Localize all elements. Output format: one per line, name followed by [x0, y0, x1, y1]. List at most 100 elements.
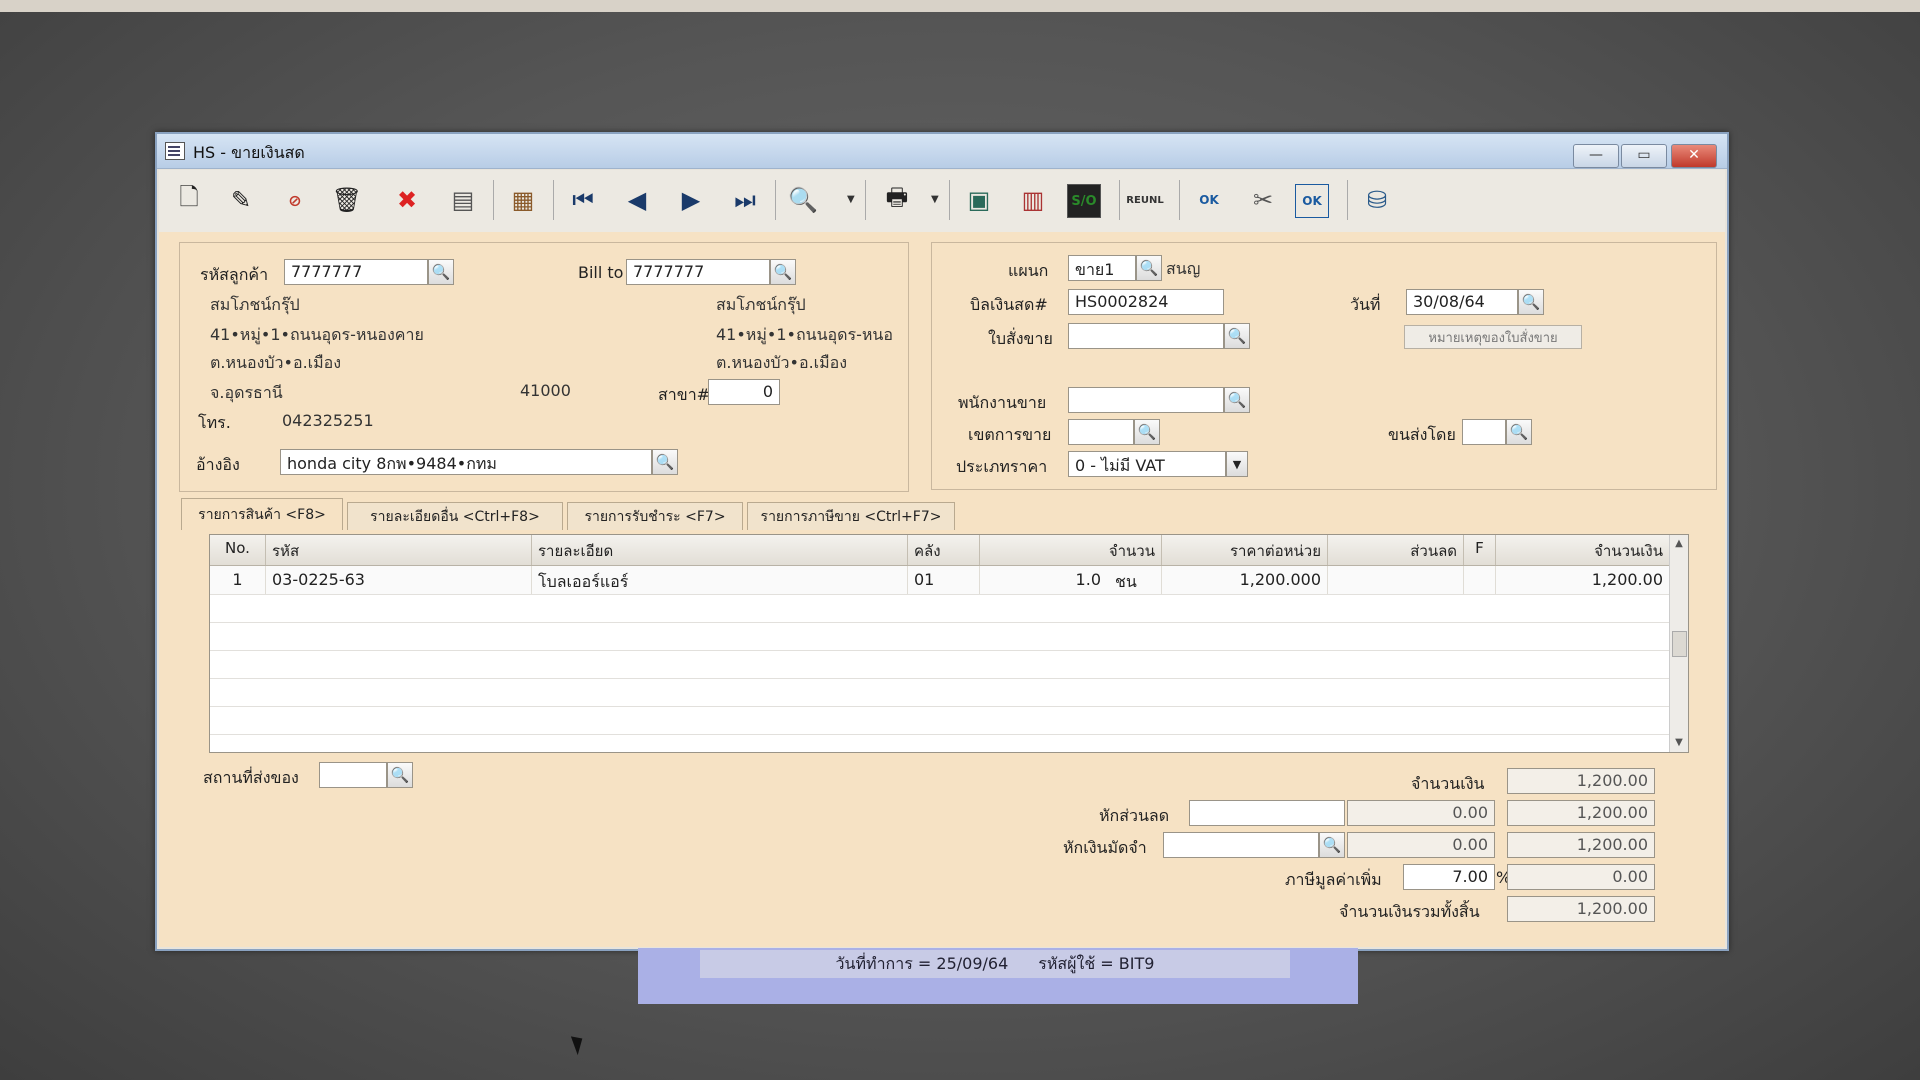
- col-quantity[interactable]: จำนวน: [980, 535, 1162, 565]
- preview-dropdown-icon[interactable]: ▼: [847, 194, 855, 205]
- print-icon[interactable]: 🖶: [877, 180, 917, 220]
- print-dropdown-icon[interactable]: ▼: [931, 194, 939, 205]
- branch-field[interactable]: 0: [708, 379, 780, 405]
- tools-icon[interactable]: ✂: [1243, 180, 1283, 220]
- grid-vertical-scrollbar[interactable]: ▲ ▼: [1669, 535, 1688, 752]
- ship-place-field[interactable]: [319, 762, 387, 788]
- row-code[interactable]: 03-0225-63: [266, 566, 532, 594]
- bill-to-search-icon[interactable]: 🔍: [770, 259, 796, 285]
- col-discount[interactable]: ส่วนลด: [1328, 535, 1464, 565]
- col-code[interactable]: รหัส: [266, 535, 532, 565]
- row-discount[interactable]: [1328, 566, 1464, 594]
- bill-to-field[interactable]: 7777777: [626, 259, 770, 285]
- empty-row[interactable]: [210, 650, 1670, 679]
- ship-by-search-icon[interactable]: 🔍: [1506, 419, 1532, 445]
- col-no[interactable]: No.: [210, 535, 266, 565]
- row-quantity-cell[interactable]: 1.0 ชน: [980, 566, 1162, 594]
- toolbar-separator: [1347, 180, 1348, 220]
- deposit-search-icon[interactable]: 🔍: [1319, 832, 1345, 858]
- discount-input[interactable]: [1189, 800, 1345, 826]
- salesman-field[interactable]: [1068, 387, 1224, 413]
- tab-sales-tax[interactable]: รายการภาษีขาย <Ctrl+F7>: [747, 502, 955, 530]
- salesman-search-icon[interactable]: 🔍: [1224, 387, 1250, 413]
- new-document-icon[interactable]: 🗋: [169, 180, 209, 220]
- col-warehouse[interactable]: คลัง: [908, 535, 980, 565]
- previous-record-icon[interactable]: ◀: [617, 180, 657, 220]
- col-unit-price[interactable]: ราคาต่อหน่วย: [1162, 535, 1328, 565]
- toolbar-separator: [493, 180, 494, 220]
- scroll-thumb[interactable]: [1672, 631, 1687, 657]
- col-description[interactable]: รายละเอียด: [532, 535, 908, 565]
- row-unit-price[interactable]: 1,200.000: [1162, 566, 1328, 594]
- reference-field[interactable]: honda city 8กพ•9484•กทม: [280, 449, 652, 475]
- row-warehouse[interactable]: 01: [908, 566, 980, 594]
- ship-place-search-icon[interactable]: 🔍: [387, 762, 413, 788]
- doc-ok-icon[interactable]: OK: [1295, 184, 1329, 218]
- empty-row[interactable]: [210, 706, 1670, 735]
- vat-rate-field[interactable]: 7.00: [1403, 864, 1495, 890]
- empty-row[interactable]: [210, 622, 1670, 651]
- close-button[interactable]: ✕: [1671, 144, 1717, 168]
- sales-order-note-button[interactable]: หมายเหตุของใบสั่งขาย: [1404, 325, 1582, 349]
- grand-total-label: จำนวนเงินรวมทั้งสิ้น: [1339, 902, 1480, 921]
- books-icon[interactable]: ▦: [503, 180, 543, 220]
- tab-items[interactable]: รายการสินค้า <F8>: [181, 498, 343, 530]
- customer-code-label: รหัสลูกค้า: [200, 265, 269, 284]
- scroll-up-icon[interactable]: ▲: [1670, 535, 1688, 553]
- table-row[interactable]: 1 03-0225-63 โบลเออร์แอร์ 01 1.0 ชน 1,20…: [210, 566, 1670, 595]
- so-icon[interactable]: S/O: [1067, 184, 1101, 218]
- date-field[interactable]: 30/08/64: [1406, 289, 1518, 315]
- salesman-label: พนักงานขาย: [958, 393, 1047, 412]
- vat-label: ภาษีมูลค่าเพิ่ม: [1285, 870, 1382, 889]
- calculator-icon[interactable]: ▣: [959, 180, 999, 220]
- department-search-icon[interactable]: 🔍: [1136, 255, 1162, 281]
- scroll-down-icon[interactable]: ▼: [1670, 734, 1688, 752]
- edit-icon[interactable]: ✎: [221, 180, 261, 220]
- minimize-button[interactable]: —: [1573, 144, 1619, 168]
- customer-search-icon[interactable]: 🔍: [428, 259, 454, 285]
- form-icon[interactable]: ▥: [1013, 180, 1053, 220]
- reunl-icon[interactable]: REUNL: [1125, 180, 1165, 220]
- col-amount[interactable]: จำนวนเงิน: [1496, 535, 1670, 565]
- reference-search-icon[interactable]: 🔍: [652, 449, 678, 475]
- last-record-icon[interactable]: ⏭: [725, 180, 765, 220]
- empty-row[interactable]: [210, 594, 1670, 623]
- approve-ok-icon[interactable]: OK: [1189, 180, 1229, 220]
- deposit-value: 0.00: [1347, 832, 1495, 858]
- row-no: 1: [210, 566, 266, 594]
- tab-payments[interactable]: รายการรับชำระ <F7>: [567, 502, 743, 530]
- row-description[interactable]: โบลเออร์แอร์: [532, 566, 908, 594]
- price-type-dropdown-icon[interactable]: ▼: [1226, 451, 1248, 477]
- void-icon[interactable]: ⊘: [275, 180, 315, 220]
- first-record-icon[interactable]: ⏮: [563, 180, 603, 220]
- ship-by-field[interactable]: [1462, 419, 1506, 445]
- price-type-select[interactable]: 0 - ไม่มี VAT: [1068, 451, 1226, 477]
- date-picker-icon[interactable]: 🔍: [1518, 289, 1544, 315]
- next-record-icon[interactable]: ▶: [671, 180, 711, 220]
- sales-area-field[interactable]: [1068, 419, 1134, 445]
- date-label: วันที่: [1350, 295, 1381, 314]
- department-field[interactable]: ขาย1: [1068, 255, 1136, 281]
- sales-order-search-icon[interactable]: 🔍: [1224, 323, 1250, 349]
- cash-bill-field[interactable]: HS0002824: [1068, 289, 1224, 315]
- row-flag[interactable]: [1464, 566, 1496, 594]
- toolbar-separator: [553, 180, 554, 220]
- vat-amount-field: 0.00: [1507, 864, 1655, 890]
- empty-row[interactable]: [210, 678, 1670, 707]
- delete-bin-icon[interactable]: 🗑: [327, 180, 367, 220]
- cancel-icon[interactable]: ✖: [387, 180, 427, 220]
- maximize-button[interactable]: ▭: [1621, 144, 1667, 168]
- toolbar-separator: [775, 180, 776, 220]
- preview-icon[interactable]: 🔍: [783, 180, 823, 220]
- title-bar[interactable]: HS - ขายเงินสด — ▭ ✕: [157, 134, 1727, 169]
- toolbar-separator: [949, 180, 950, 220]
- tab-other-details[interactable]: รายละเอียดอื่น <Ctrl+F8>: [347, 502, 563, 530]
- col-flag[interactable]: F: [1464, 535, 1496, 565]
- background-window-strip: [0, 0, 1920, 12]
- deposit-input[interactable]: [1163, 832, 1319, 858]
- network-icon[interactable]: ⛁: [1357, 180, 1397, 220]
- save-icon[interactable]: ▤: [443, 180, 483, 220]
- sales-area-search-icon[interactable]: 🔍: [1134, 419, 1160, 445]
- customer-code-field[interactable]: 7777777: [284, 259, 428, 285]
- sales-order-field[interactable]: [1068, 323, 1224, 349]
